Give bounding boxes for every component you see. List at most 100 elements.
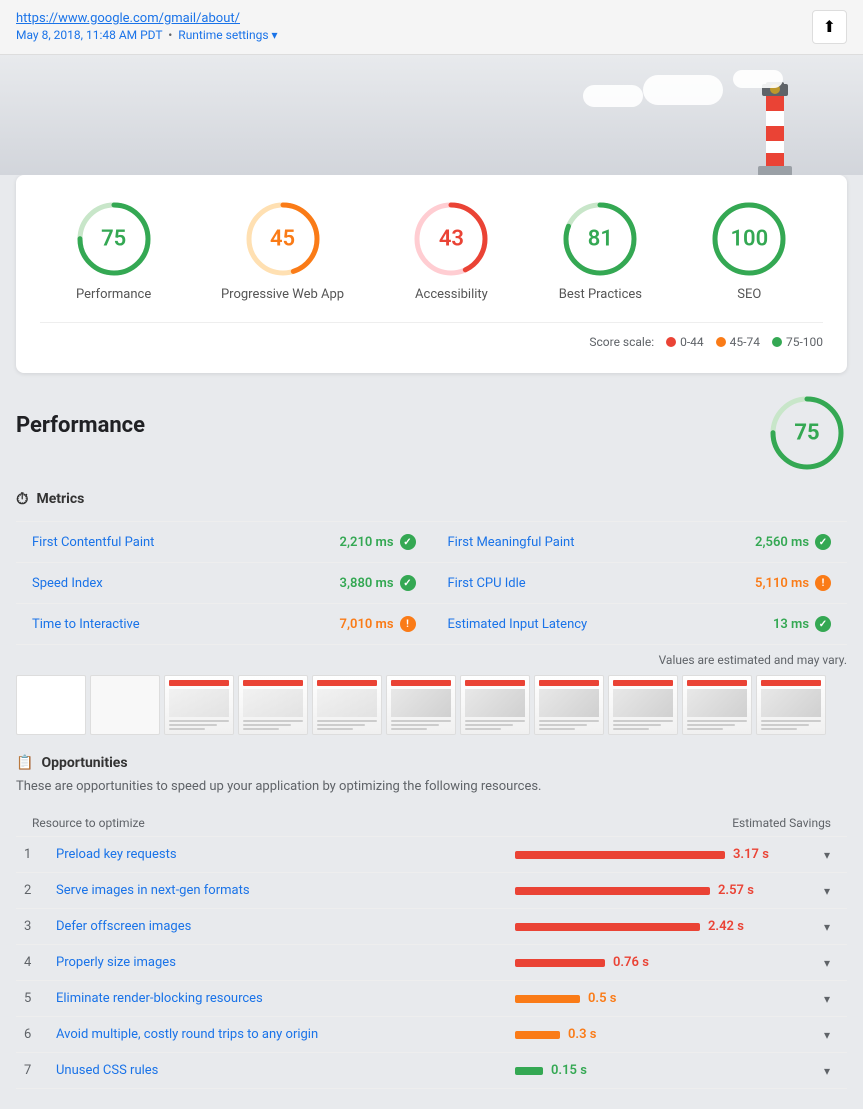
score-performance[interactable]: 75 Performance — [74, 199, 154, 302]
score-scale: Score scale: 0-44 45-74 75-100 — [40, 322, 823, 349]
metric-value: 5,110 ms ! — [755, 575, 831, 591]
performance-title: Performance — [16, 413, 145, 438]
metric-icon: ✓ — [400, 534, 416, 550]
scale-dot-green — [772, 337, 782, 347]
metric-icon: ✓ — [400, 575, 416, 591]
metric-icon: ! — [400, 616, 416, 632]
expand-chevron-icon[interactable]: ▾ — [815, 884, 839, 898]
opp-number: 6 — [24, 1027, 56, 1042]
header-subtitle: May 8, 2018, 11:48 AM PDT • Runtime sett… — [16, 28, 278, 42]
score-label-seo: SEO — [737, 287, 761, 302]
opp-table-header: Resource to optimize Estimated Savings — [16, 810, 847, 837]
filmstrip-frame — [682, 675, 752, 735]
opportunity-row[interactable]: 7 Unused CSS rules 0.15 s ▾ — [16, 1053, 847, 1089]
score-circle-accessibility: 43 — [411, 199, 491, 279]
col-resource-header: Resource to optimize — [32, 816, 531, 830]
opp-bar — [515, 1067, 543, 1075]
score-accessibility[interactable]: 43 Accessibility — [411, 199, 491, 302]
opp-savings: 3.17 s — [733, 847, 769, 862]
opp-bar — [515, 887, 710, 895]
values-note: Values are estimated and may vary. — [16, 653, 847, 667]
filmstrip-frame — [16, 675, 86, 735]
score-value-accessibility: 43 — [439, 227, 464, 252]
opportunity-row[interactable]: 2 Serve images in next-gen formats 2.57 … — [16, 873, 847, 909]
expand-chevron-icon[interactable]: ▾ — [815, 956, 839, 970]
filmstrip — [16, 675, 847, 735]
metric-icon: ✓ — [815, 616, 831, 632]
opp-bar-container: 0.3 s — [515, 1027, 815, 1042]
expand-chevron-icon[interactable]: ▾ — [815, 992, 839, 1006]
scale-orange: 45-74 — [716, 335, 760, 349]
scale-green-label: 75-100 — [786, 335, 823, 349]
filmstrip-frame — [386, 675, 456, 735]
metric-row: First CPU Idle 5,110 ms ! — [432, 563, 848, 604]
metric-icon: ! — [815, 575, 831, 591]
opp-bar — [515, 1031, 560, 1039]
opp-number: 1 — [24, 847, 56, 862]
opportunity-row[interactable]: 3 Defer offscreen images 2.42 s ▾ — [16, 909, 847, 945]
score-circle-best-practices: 81 — [560, 199, 640, 279]
metric-name: First Meaningful Paint — [448, 535, 575, 550]
opp-name: Defer offscreen images — [56, 919, 515, 934]
opp-savings: 0.15 s — [551, 1063, 587, 1078]
metric-value: 7,010 ms ! — [340, 616, 416, 632]
url-link[interactable]: https://www.google.com/gmail/about/ — [16, 11, 240, 26]
expand-chevron-icon[interactable]: ▾ — [815, 848, 839, 862]
score-circle-seo: 100 — [709, 199, 789, 279]
opp-savings: 2.57 s — [718, 883, 754, 898]
runtime-settings-link[interactable]: Runtime settings ▾ — [178, 28, 277, 42]
share-button[interactable]: ⬆ — [812, 10, 847, 44]
opp-bar-container: 0.15 s — [515, 1063, 815, 1078]
opp-name: Eliminate render-blocking resources — [56, 991, 515, 1006]
metric-name: Time to Interactive — [32, 617, 140, 632]
metric-icon: ✓ — [815, 534, 831, 550]
cloud-decoration — [733, 70, 783, 88]
header-left: https://www.google.com/gmail/about/ May … — [16, 10, 278, 42]
metric-name: Estimated Input Latency — [448, 617, 588, 632]
opportunity-row[interactable]: 5 Eliminate render-blocking resources 0.… — [16, 981, 847, 1017]
opp-savings: 0.3 s — [568, 1027, 596, 1042]
score-best-practices[interactable]: 81 Best Practices — [559, 199, 642, 302]
opp-number: 4 — [24, 955, 56, 970]
opportunity-row[interactable]: 1 Preload key requests 3.17 s ▾ — [16, 837, 847, 873]
hero-banner — [0, 55, 863, 175]
filmstrip-frame — [460, 675, 530, 735]
opportunity-row[interactable]: 6 Avoid multiple, costly round trips to … — [16, 1017, 847, 1053]
opp-bar-container: 2.57 s — [515, 883, 815, 898]
opp-savings: 0.5 s — [588, 991, 616, 1006]
metric-value: 13 ms ✓ — [773, 616, 831, 632]
opp-bar — [515, 923, 700, 931]
score-seo[interactable]: 100 SEO — [709, 199, 789, 302]
opp-name: Preload key requests — [56, 847, 515, 862]
score-label-best-practices: Best Practices — [559, 287, 642, 302]
metric-row: Speed Index 3,880 ms ✓ — [16, 563, 432, 604]
cloud-decoration — [583, 85, 643, 107]
opp-bar-container: 0.5 s — [515, 991, 815, 1006]
score-value-seo: 100 — [730, 227, 768, 252]
expand-chevron-icon[interactable]: ▾ — [815, 920, 839, 934]
opportunity-row[interactable]: 4 Properly size images 0.76 s ▾ — [16, 945, 847, 981]
score-pwa[interactable]: 45 Progressive Web App — [221, 199, 344, 302]
metric-value: 2,560 ms ✓ — [755, 534, 831, 550]
opp-number: 2 — [24, 883, 56, 898]
opp-number: 5 — [24, 991, 56, 1006]
score-circle-pwa: 45 — [243, 199, 323, 279]
opp-bar-container: 0.76 s — [515, 955, 815, 970]
opp-bar-container: 3.17 s — [515, 847, 815, 862]
filmstrip-frame — [90, 675, 160, 735]
filmstrip-frame — [238, 675, 308, 735]
scale-label: Score scale: — [589, 335, 654, 349]
expand-chevron-icon[interactable]: ▾ — [815, 1064, 839, 1078]
opportunities-list: 1 Preload key requests 3.17 s ▾ 2 Serve … — [16, 837, 847, 1089]
opportunities-header: 📋 Opportunities — [16, 755, 847, 771]
opp-name: Properly size images — [56, 955, 515, 970]
expand-chevron-icon[interactable]: ▾ — [815, 1028, 839, 1042]
opportunities-description: These are opportunities to speed up your… — [16, 779, 847, 794]
metric-row: Time to Interactive 7,010 ms ! — [16, 604, 432, 645]
score-value-performance: 75 — [101, 227, 126, 252]
col-savings-header: Estimated Savings — [531, 816, 831, 830]
opp-bar — [515, 995, 580, 1003]
scale-red-label: 0-44 — [680, 335, 704, 349]
score-value-pwa: 45 — [270, 227, 295, 252]
score-circle-performance: 75 — [74, 199, 154, 279]
